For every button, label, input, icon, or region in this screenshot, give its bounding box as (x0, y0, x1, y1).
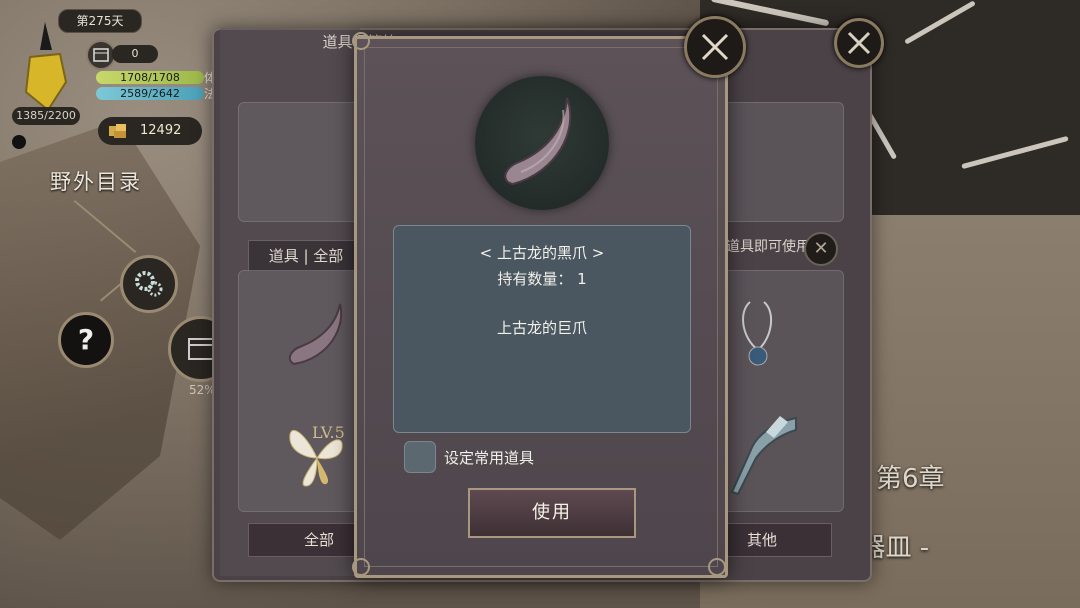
day-counter: 第275天 (58, 9, 142, 33)
gold-value: 12492 (140, 123, 182, 138)
scythe-icon[interactable] (726, 412, 800, 498)
crystal-icon (24, 22, 68, 112)
close-icon (847, 31, 871, 55)
item-quantity: 持有数量： 1 (497, 270, 587, 288)
item-description: 上古龙的巨爪 (496, 319, 587, 337)
help-icon[interactable]: ? (58, 312, 114, 368)
modal-corner-ornament (352, 558, 370, 576)
chapter-title: 第6章 (876, 464, 945, 494)
dragon-claw-icon (504, 97, 572, 186)
favorite-checkbox[interactable] (404, 441, 436, 473)
gear-icon (135, 271, 163, 297)
close-icon (701, 33, 729, 61)
modal-corner-ornament (708, 558, 726, 576)
mp-bar: 2589/2642 (96, 87, 204, 100)
item-description-box: < 上古龙的黑爪 > 持有数量： 1 上古龙的巨爪 (393, 225, 691, 433)
item-preview (475, 76, 609, 210)
equipment-slot[interactable] (238, 102, 360, 222)
amulet-icon[interactable] (736, 298, 780, 374)
settings-node[interactable] (120, 255, 178, 313)
calendar-count: 0 (112, 45, 158, 63)
hp-bar: 1708/1708 (96, 71, 204, 84)
favorite-label: 设定常用道具 (444, 449, 535, 467)
crystal-value: 1385/2200 (12, 107, 80, 125)
use-button[interactable]: 使用 (468, 488, 636, 538)
item-category-header[interactable]: 道具 | 全部 (248, 240, 364, 271)
equipment-slot[interactable] (722, 102, 844, 222)
modal-corner-ornament (352, 32, 370, 50)
modal-close-button[interactable] (684, 16, 746, 78)
area-title: 野外目录 (50, 170, 142, 194)
fairy-wing-icon[interactable] (284, 420, 350, 492)
filter-toggle[interactable]: ✕ (804, 232, 838, 266)
item-name: < 上古龙的黑爪 > (479, 244, 605, 262)
status-dot (12, 135, 26, 149)
gold-counter: 12492 (98, 117, 202, 145)
gold-coin-icon (109, 124, 126, 138)
storage-close-button[interactable] (834, 18, 884, 68)
dragon-claw-icon[interactable] (284, 300, 348, 370)
usable-filter-label: 道具即可使用 (726, 239, 810, 255)
